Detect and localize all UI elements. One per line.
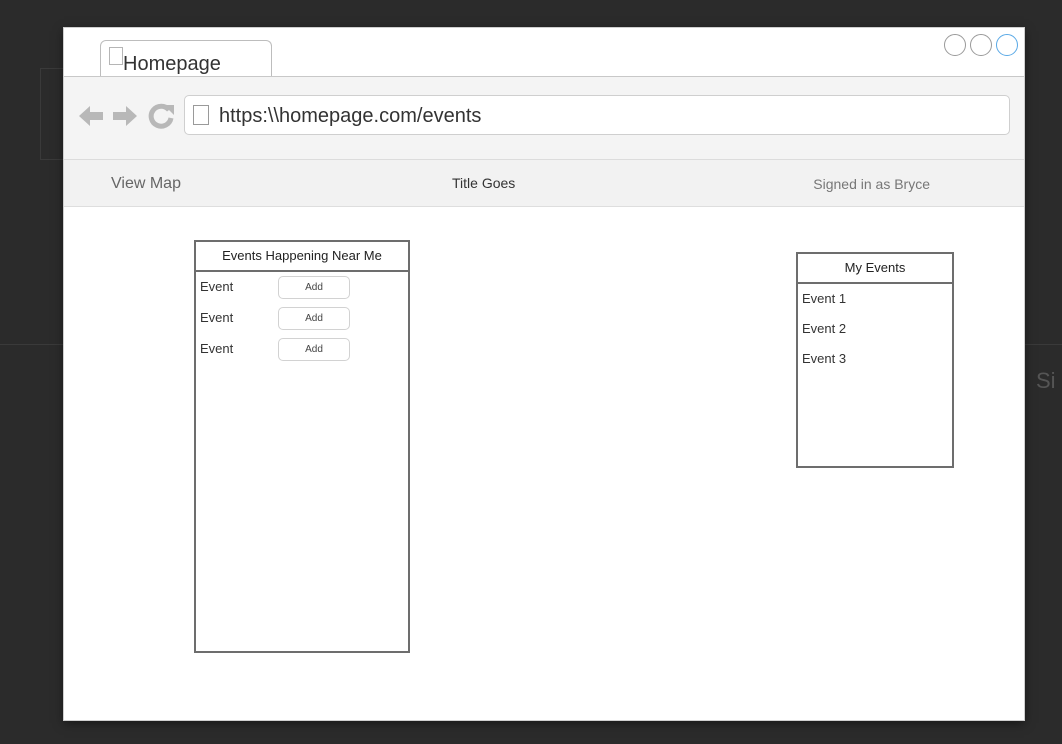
url-text: https:\\homepage.com/events [219,105,482,127]
add-event-button[interactable]: Add [278,276,350,299]
list-item: Event Add [196,334,408,365]
nearby-events-panel: Events Happening Near Me Event Add Event… [194,240,410,653]
my-event-item[interactable]: Event 3 [798,344,952,374]
my-events-heading: My Events [798,254,952,284]
back-arrow-icon[interactable] [76,101,106,131]
browser-titlebar: Homepage [64,28,1024,77]
event-label: Event [200,310,234,325]
page-icon [193,105,209,125]
address-bar[interactable]: https:\\homepage.com/events [184,95,1010,135]
minimize-window-button[interactable] [944,34,966,56]
list-item: Event Add [196,303,408,334]
add-event-button[interactable]: Add [278,338,350,361]
my-event-item[interactable]: Event 1 [798,284,952,314]
background-partial-text: Si [1036,368,1056,393]
view-map-link[interactable]: View Map [111,175,181,193]
page-icon [109,47,123,65]
my-event-item[interactable]: Event 2 [798,314,952,344]
list-item: Event Add [196,272,408,303]
signed-in-status: Signed in as Bryce [813,176,930,192]
window-controls [944,34,1018,56]
nearby-events-heading: Events Happening Near Me [196,242,408,272]
browser-tab[interactable]: Homepage [100,40,272,76]
add-event-button[interactable]: Add [278,307,350,330]
event-label: Event [200,341,234,356]
background-divider [1024,344,1062,345]
reload-icon[interactable] [146,101,176,131]
maximize-window-button[interactable] [970,34,992,56]
browser-toolbar: https:\\homepage.com/events [64,77,1024,160]
close-window-button[interactable] [996,34,1018,56]
tab-title: Homepage [123,53,221,75]
forward-arrow-icon[interactable] [110,101,140,131]
background-divider [0,344,64,345]
site-navbar: View Map Title Goes Signed in as Bryce [64,160,1024,207]
browser-window: Homepage https:\\homepage.com/events Vie… [64,28,1024,720]
event-label: Event [200,279,234,294]
page-title: Title Goes [452,175,516,191]
my-events-panel: My Events Event 1 Event 2 Event 3 [796,252,954,468]
